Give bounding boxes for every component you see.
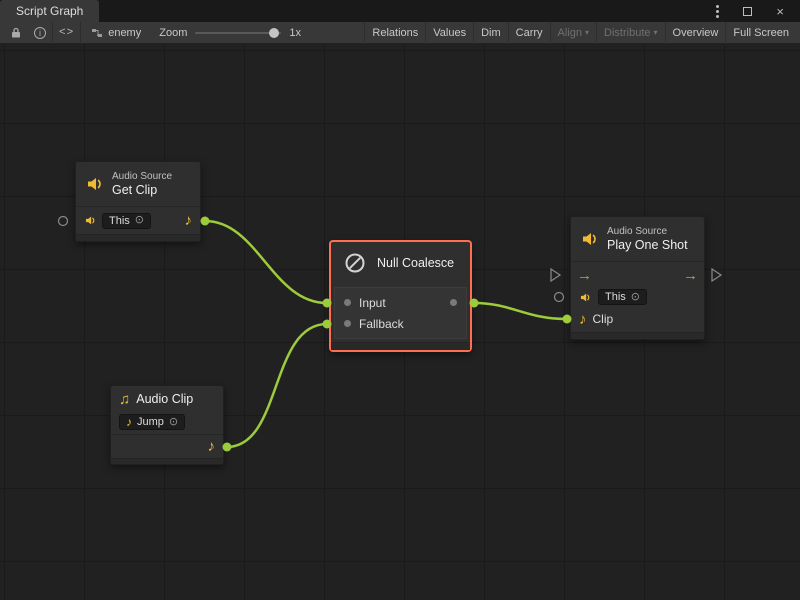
full-screen-button[interactable]: Full Screen [725,22,796,44]
target-object-picker[interactable]: This ⊙ [598,289,647,305]
wire-getclip-to-input[interactable] [205,221,327,303]
wire-audioclip-to-fallback[interactable] [227,324,327,447]
window-controls: × [710,0,800,22]
dim-button[interactable]: Dim [473,22,508,44]
object-picker-icon[interactable]: ⊙ [135,215,144,226]
node-category: Audio Source [607,226,688,238]
audio-source-icon [84,214,97,227]
values-button[interactable]: Values [425,22,473,44]
target-object-picker[interactable]: This ⊙ [102,213,151,229]
zoom-slider-handle[interactable] [269,28,279,38]
zoom-slider[interactable] [195,32,281,34]
node-title: Play One Shot [607,238,688,253]
port-label: Clip [593,312,697,326]
zoom-label: Zoom [159,27,187,39]
output-port-row: ♪ [111,434,223,458]
graph-canvas[interactable]: Audio Source Get Clip This ⊙ ♪ [0,44,800,600]
audio-source-icon [580,229,600,249]
zoom-control: Zoom 1x [151,27,309,39]
port-label: Fallback [359,317,442,331]
node-category: Audio Source [112,171,172,183]
flow-port-row: → → [571,264,704,286]
lock-icon[interactable] [4,22,28,44]
fallback-port[interactable] [344,320,351,327]
relations-button[interactable]: Relations [364,22,425,44]
input-port[interactable] [344,299,351,306]
null-coalesce-icon [343,251,367,275]
target-value: This [109,215,130,227]
tab-script-graph[interactable]: Script Graph [0,0,99,22]
node-header: Null Coalesce [331,242,470,284]
menu-icon[interactable] [710,0,725,22]
object-picker-icon[interactable]: ⊙ [169,417,178,428]
node-title: Get Clip [112,183,172,198]
node-get-clip[interactable]: Audio Source Get Clip This ⊙ ♪ [75,161,201,242]
graph-name-label: enemy [108,27,141,39]
port-row-fallback: Fallback [335,313,466,334]
align-button[interactable]: Align ▾ [550,22,596,44]
audio-clip-output-icon: ♪ [185,213,193,228]
clip-value: Jump [137,416,164,428]
graph-toolbar: i <> enemy Zoom 1x Relations Values Dim … [0,22,800,44]
node-footer [111,458,223,464]
clip-port-row: ♪ Clip [571,308,704,330]
port-row-input: Input [335,292,466,313]
clip-object-picker[interactable]: ♪ Jump ⊙ [119,414,185,430]
tab-title: Script Graph [16,4,83,18]
target-port-row: This ⊙ [571,286,704,308]
target-value: This [605,291,626,303]
audio-clip-output-icon: ♪ [208,439,216,454]
info-icon[interactable]: i [28,22,52,44]
flow-in-port-triangle[interactable] [551,269,560,281]
overview-button[interactable]: Overview [665,22,726,44]
value-row: ♪ Jump ⊙ [111,410,223,434]
script-graph-asset-icon [91,27,103,39]
graph-breadcrumb[interactable]: enemy [81,27,151,39]
unconnected-target-port[interactable] [59,217,68,226]
audio-source-icon [579,291,592,304]
node-null-coalesce[interactable]: Null Coalesce Input Fallback [330,241,471,351]
node-footer [76,234,200,241]
node-ports: → → This ⊙ ♪ Clip [571,261,704,332]
node-header: Audio Source Play One Shot [571,217,704,261]
window-tab-bar: Script Graph × [0,0,800,22]
flow-out-port-triangle[interactable] [712,269,721,281]
port-label: Input [359,296,442,310]
object-picker-icon[interactable]: ⊙ [631,292,640,303]
unconnected-target-port[interactable] [555,293,564,302]
toolbar-buttons: Relations Values Dim Carry Align ▾ Distr… [364,22,796,44]
wire-result-to-clip[interactable] [474,303,567,319]
maximize-icon[interactable] [737,0,758,22]
node-play-one-shot[interactable]: Audio Source Play One Shot → → This ⊙ [570,216,705,340]
chevron-down-icon: ▾ [654,29,658,37]
node-header: Audio Source Get Clip [76,162,200,206]
result-port[interactable] [450,299,457,306]
node-port-row: This ⊙ ♪ [76,206,200,234]
zoom-value: 1x [289,27,301,39]
node-footer [571,332,704,339]
audio-clip-input-icon: ♪ [579,312,587,327]
edit-code-icon[interactable]: <> [53,22,80,44]
node-audio-clip[interactable]: ♫ Audio Clip ♪ Jump ⊙ ♪ [110,385,224,465]
flow-out-arrow-icon[interactable]: → [683,268,698,283]
wire-endpoint[interactable] [201,217,210,226]
audio-clip-icon: ♫ [119,392,130,407]
carry-button[interactable]: Carry [508,22,550,44]
node-title: Audio Clip [136,392,193,407]
chevron-down-icon: ▾ [585,29,589,37]
node-footer [331,342,470,350]
node-ports: Input Fallback [334,287,467,339]
close-icon[interactable]: × [770,0,790,22]
distribute-button[interactable]: Distribute ▾ [596,22,664,44]
audio-clip-icon: ♪ [126,416,132,428]
node-title: Null Coalesce [377,256,454,271]
audio-source-icon [85,174,105,194]
flow-in-arrow-icon[interactable]: → [577,268,592,283]
node-header: ♫ Audio Clip [111,386,223,410]
